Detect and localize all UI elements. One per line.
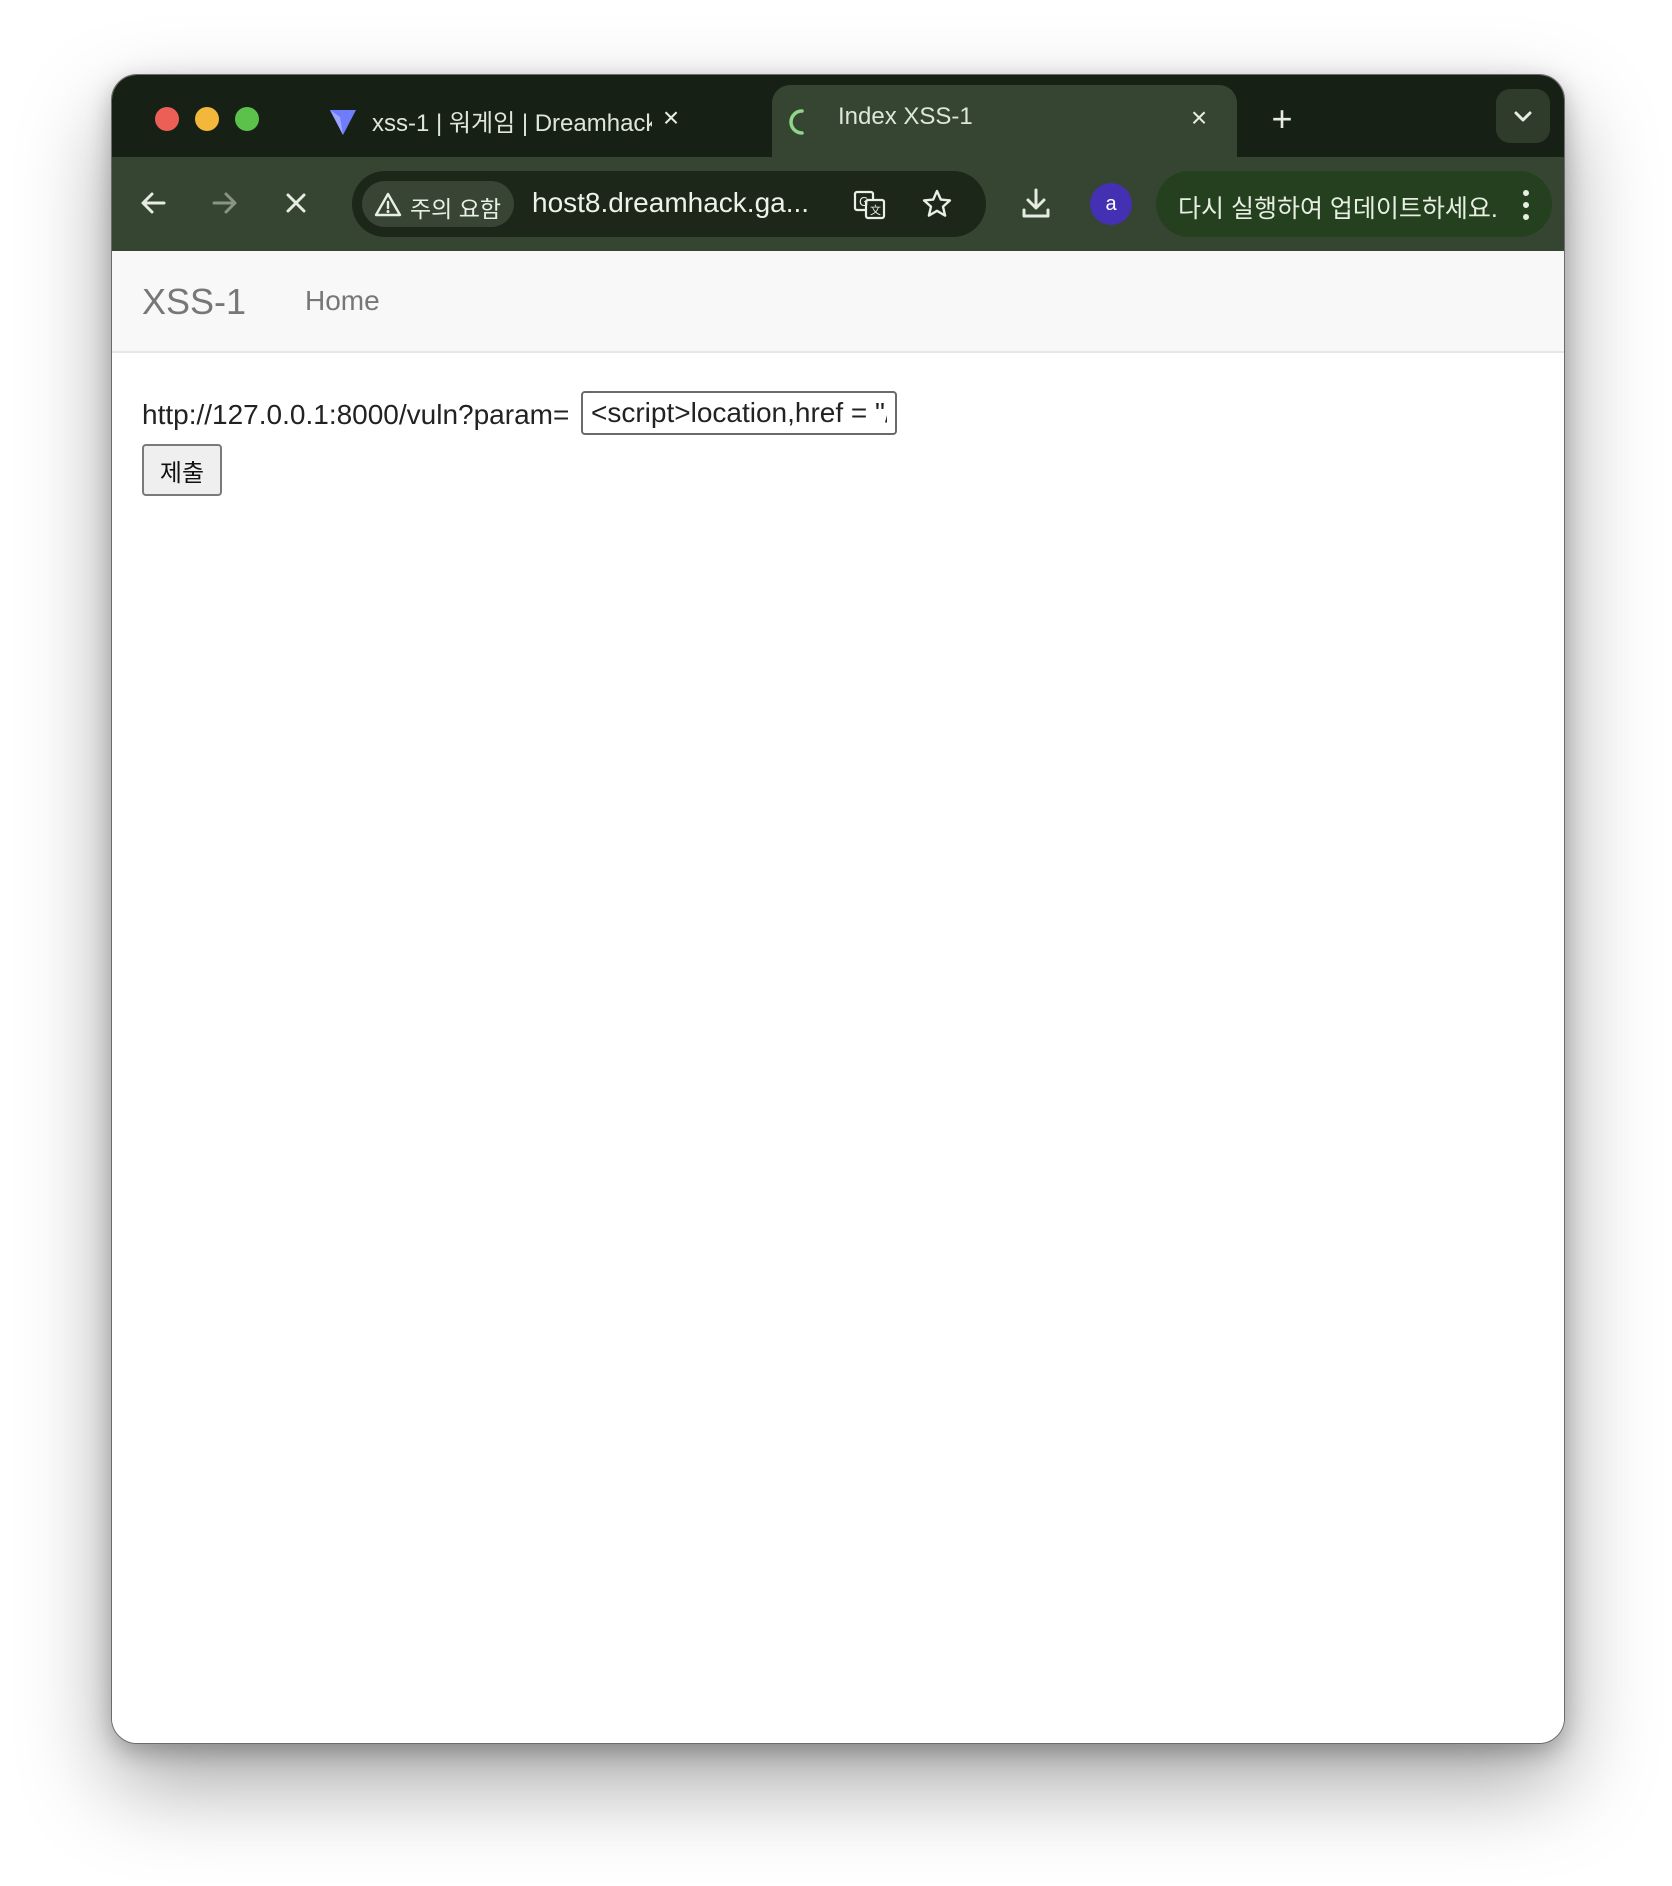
zoom-window-button[interactable] — [235, 107, 259, 131]
tab-index-xss-1[interactable]: Index XSS-1 × — [772, 85, 1237, 157]
submit-button[interactable]: 제출 — [142, 444, 222, 496]
url-text[interactable]: host8.dreamhack.ga... — [532, 187, 809, 219]
svg-text:G: G — [859, 195, 868, 209]
address-bar[interactable]: 주의 요함 host8.dreamhack.ga... G 文 — [352, 171, 986, 237]
svg-text:文: 文 — [870, 203, 881, 217]
param-input[interactable] — [581, 391, 897, 435]
minimize-window-button[interactable] — [195, 107, 219, 131]
warning-triangle-icon — [374, 192, 402, 217]
site-navbar: XSS-1 Home — [112, 251, 1564, 353]
tab-strip: xss-1 | 워게임 | Dreamhack | 워게임 × Index XS… — [112, 75, 1564, 157]
site-brand[interactable]: XSS-1 — [142, 281, 246, 323]
forward-arrow-icon[interactable] — [204, 183, 244, 223]
tab-search-button[interactable] — [1496, 89, 1550, 143]
browser-toolbar: 주의 요함 host8.dreamhack.ga... G 文 a 다시 실행하… — [112, 157, 1564, 251]
security-chip[interactable]: 주의 요함 — [362, 181, 514, 227]
update-button[interactable]: 다시 실행하여 업데이트하세요. — [1156, 171, 1552, 237]
back-arrow-icon[interactable] — [134, 183, 174, 223]
tab-dreamhack[interactable]: xss-1 | 워게임 | Dreamhack | 워게임 × — [292, 85, 712, 157]
new-tab-button[interactable]: + — [1262, 99, 1302, 139]
param-label: http://127.0.0.1:8000/vuln?param= — [142, 399, 570, 430]
bookmark-star-icon[interactable] — [920, 187, 954, 221]
more-menu-icon[interactable] — [1522, 189, 1530, 221]
nav-link-home[interactable]: Home — [305, 285, 380, 317]
page-content: XSS-1 Home http://127.0.0.1:8000/vuln?pa… — [112, 251, 1564, 1743]
profile-avatar[interactable]: a — [1090, 183, 1132, 225]
tab-title: Index XSS-1 — [838, 103, 973, 130]
dreamhack-logo-icon — [330, 110, 356, 135]
stop-loading-icon[interactable] — [276, 183, 316, 223]
update-label: 다시 실행하여 업데이트하세요. — [1178, 195, 1498, 223]
download-icon[interactable] — [1016, 183, 1056, 223]
chevron-down-icon — [1514, 111, 1532, 122]
security-chip-label: 주의 요함 — [410, 196, 502, 222]
browser-window: xss-1 | 워게임 | Dreamhack | 워게임 × Index XS… — [111, 74, 1565, 1744]
close-window-button[interactable] — [155, 107, 179, 131]
translate-icon[interactable]: G 文 — [852, 187, 888, 223]
loading-spinner-icon — [789, 109, 804, 135]
close-tab-icon[interactable]: × — [1182, 101, 1216, 135]
close-tab-icon[interactable]: × — [654, 101, 688, 135]
tab-title: xss-1 | 워게임 | Dreamhack | 워게임 — [372, 110, 652, 137]
